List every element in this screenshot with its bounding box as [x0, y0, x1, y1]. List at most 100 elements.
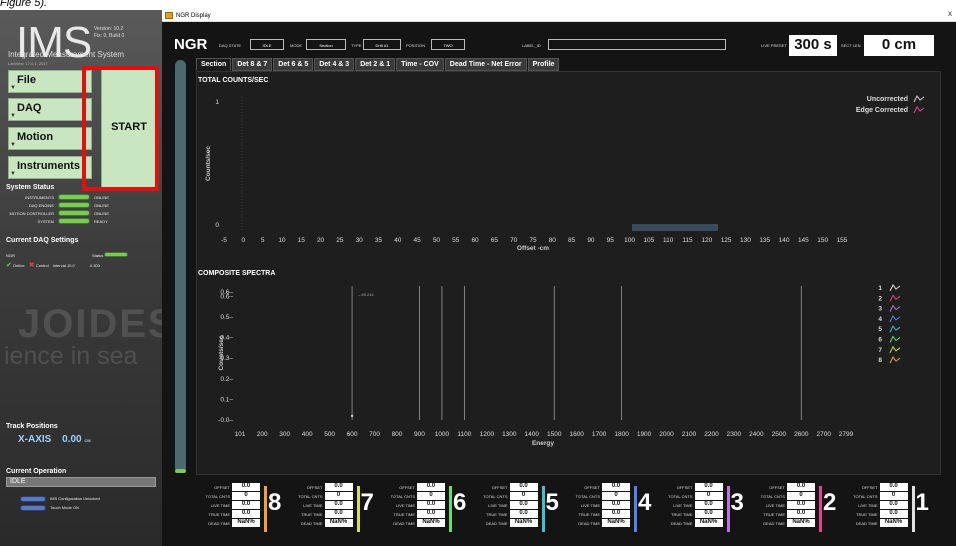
- detector-field-row: TRUE TIME 0.0: [293, 510, 355, 519]
- detector-field-value: 0.0: [324, 483, 353, 491]
- x-tick-label: 2700: [817, 431, 832, 438]
- detector-field-label: OFFSET: [306, 485, 323, 490]
- tab-det-2-1[interactable]: Det 2 & 1: [355, 58, 396, 71]
- x-tick-label: 25: [336, 237, 344, 244]
- x-tick-label: 65: [491, 237, 499, 244]
- legend-label: 5: [878, 326, 882, 333]
- label-id-field[interactable]: [548, 39, 726, 50]
- touch-mode-label: Touch Mode ON: [50, 505, 79, 511]
- type-field[interactable]: Drift #1: [363, 39, 401, 50]
- close-icon[interactable]: X: [948, 12, 952, 18]
- status-value: READY: [94, 219, 108, 224]
- x-axis-position: X-AXIS 0.00 CM: [18, 434, 91, 445]
- instruments-menu-button[interactable]: Instruments ▼: [8, 156, 92, 179]
- detector-field-value: 0: [694, 492, 723, 500]
- tab-det-4-3[interactable]: Det 4 & 3: [314, 58, 355, 71]
- touch-mode-toggle[interactable]: Touch Mode ON: [20, 505, 79, 511]
- legend-swatch: [913, 106, 925, 114]
- detector-field-row: DEAD TIME NaN%: [848, 519, 910, 528]
- file-label: File: [17, 74, 36, 86]
- detector-field-value: NaN%: [417, 519, 445, 527]
- window-title: NGR Display: [176, 13, 211, 19]
- detector-field-value: 0.0: [232, 483, 260, 491]
- motion-menu-button[interactable]: Motion ▼: [8, 127, 92, 150]
- window-titlebar: NGR Display X: [162, 10, 956, 22]
- tab-section[interactable]: Section: [196, 58, 232, 71]
- detector-field-row: LIVE TIME 0.0: [755, 501, 817, 510]
- axis-unit: CM: [84, 438, 91, 443]
- status-label: SYSTEM: [37, 219, 54, 224]
- tab-det-8-7[interactable]: Det 8 & 7: [232, 58, 273, 71]
- detector-field-row: TOTAL CNTS 0: [385, 492, 447, 501]
- x-icon: ✖: [28, 262, 35, 269]
- x-tick-label: 200: [257, 431, 268, 438]
- x-tick-label: 55: [452, 237, 460, 244]
- detector-field-row: LIVE TIME 0.0: [385, 501, 447, 510]
- detector-field-label: DEAD TIME: [855, 521, 878, 526]
- detector-field-label: LIVE TIME: [580, 503, 600, 508]
- tab-det-6-5[interactable]: Det 6 & 5: [273, 58, 314, 71]
- axis-label: X-AXIS: [18, 434, 52, 445]
- mode-field[interactable]: Section: [306, 39, 346, 50]
- x-tick-label: 2600: [794, 431, 809, 438]
- detector-block: OFFSET 0.0 TOTAL CNTS 0 LIVE TIME 0.0 TRUE TIM…: [385, 483, 477, 539]
- x-tick-label: 2000: [659, 431, 674, 438]
- detector-field-value: 0.0: [509, 501, 538, 509]
- detector-number: 4: [638, 489, 652, 516]
- live-preset-field[interactable]: 300 s: [789, 35, 837, 56]
- detector-field-value: 0: [602, 492, 630, 500]
- labview-version: LabView: 17.0.1, 2017: [8, 61, 48, 66]
- detector-field-row: DEAD TIME NaN%: [385, 519, 447, 528]
- detector-field-row: LIVE TIME 0.0: [848, 501, 910, 510]
- x-tick-label: 500: [324, 431, 335, 438]
- detector-field-value: 0: [232, 492, 260, 500]
- detector-field-row: TRUE TIME 0.0: [570, 510, 632, 519]
- instrument-title: NGR: [174, 36, 208, 53]
- live-preset-label: LIVE PRESET: [761, 43, 787, 48]
- x-tick-label: 2400: [749, 431, 764, 438]
- position-field[interactable]: TWO: [431, 39, 465, 50]
- x-tick-label: 135: [759, 237, 770, 244]
- build-text: Fix: 0, Build 0: [94, 33, 125, 39]
- toggle-pill: [20, 496, 46, 502]
- detector-block: OFFSET 0.0 TOTAL CNTS 0 LIVE TIME 0.0 TRUE TIM…: [848, 483, 940, 539]
- config-unlocked-toggle[interactable]: IMS Configuration Unlocked: [20, 496, 100, 502]
- detector-field-value: 0.0: [232, 501, 260, 509]
- tab-profile[interactable]: Profile: [527, 58, 560, 71]
- detector-fields: OFFSET 0.0 TOTAL CNTS 0 LIVE TIME 0.0 TRUE TIM…: [200, 483, 262, 528]
- legend-label: 7: [878, 347, 882, 354]
- daq-menu-button[interactable]: DAQ ▼: [8, 98, 92, 121]
- detector-field-label: OFFSET: [861, 485, 878, 490]
- x-tick-label: 1300: [502, 431, 517, 438]
- checkmark-icon: ✔: [6, 262, 12, 269]
- x-tick-label: 600: [347, 431, 358, 438]
- ims-sidebar: IMS Version: 10.2 Fix: 0, Build 0 Integr…: [0, 10, 162, 546]
- x-tick-label: 2500: [772, 431, 787, 438]
- legend-label: 4: [878, 316, 882, 323]
- sect-len-field[interactable]: 0 cm: [864, 35, 934, 56]
- tab-dead-time-net-error[interactable]: Dead Time - Net Error: [444, 58, 527, 71]
- detector-color-stripe: [264, 486, 267, 532]
- detector-field-row: TOTAL CNTS 0: [200, 492, 262, 501]
- ims-subtitle: Integrated Measurement System: [8, 50, 125, 59]
- x-tick-label: 140: [779, 237, 790, 244]
- detector-field-label: LIVE TIME: [210, 503, 230, 508]
- axis-value: 0.00: [62, 434, 82, 445]
- instruments-label: Instruments: [17, 160, 80, 172]
- progress-scrollbar[interactable]: [175, 60, 186, 473]
- start-button[interactable]: START: [101, 66, 157, 188]
- x-tick-label: 145: [798, 237, 809, 244]
- detector-fields: OFFSET 0.0 TOTAL CNTS 0 LIVE TIME 0.0 TRUE TIM…: [478, 483, 540, 528]
- tab-time-cov[interactable]: Time - COV: [396, 58, 444, 71]
- x-tick-label: 2300: [727, 431, 742, 438]
- detector-field-value: 0.0: [232, 510, 260, 518]
- x-tick-label: 110: [663, 237, 674, 244]
- file-menu-button[interactable]: File ▼: [8, 70, 92, 93]
- legend-swatch: [889, 356, 901, 364]
- detector-field-row: TRUE TIME 0.0: [755, 510, 817, 519]
- detector-field-label: TOTAL CNTS: [575, 494, 600, 499]
- detector-field-label: TRUE TIME: [208, 512, 230, 517]
- y-axis-label: Counts/sec: [205, 146, 212, 181]
- detector-field-row: TOTAL CNTS 0: [293, 492, 355, 501]
- science-watermark: ience in sea: [4, 342, 138, 370]
